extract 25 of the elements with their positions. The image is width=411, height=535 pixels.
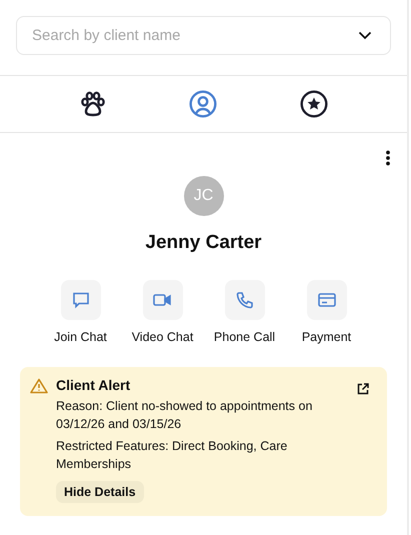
credit-card-icon	[318, 293, 336, 307]
avatar: JC	[184, 176, 224, 216]
user-icon	[188, 90, 216, 118]
client-name: Jenny Carter	[144, 232, 263, 254]
more-options-icon[interactable]	[385, 150, 391, 166]
paw-icon	[80, 91, 106, 117]
action-button[interactable]	[224, 280, 264, 320]
video-camera-icon	[153, 293, 172, 307]
alert-title: Client Alert	[56, 377, 132, 393]
action-button[interactable]	[60, 280, 100, 320]
search-field[interactable]: Search by client name	[16, 16, 391, 55]
action-label: Video Chat	[132, 330, 194, 344]
action-label: Payment	[302, 330, 352, 344]
action-label: Join Chat	[54, 330, 107, 344]
action-label: Phone Call	[214, 330, 276, 344]
external-link-icon[interactable]	[357, 383, 369, 395]
action-button[interactable]	[142, 280, 182, 320]
alert-restrictions: Restricted Features: Direct Booking, Care Memberships	[56, 438, 288, 473]
alert-reason: Reason: Client no-showed to appointments on 03/12/26 and 03/15/26	[56, 398, 314, 433]
action-button[interactable]	[306, 280, 346, 320]
phone-icon	[236, 291, 254, 309]
hide-details-button[interactable]: Hide Details	[56, 481, 144, 503]
chevron-down-icon	[358, 31, 372, 40]
chat-bubble-icon	[72, 291, 90, 309]
warning-icon	[30, 378, 48, 394]
